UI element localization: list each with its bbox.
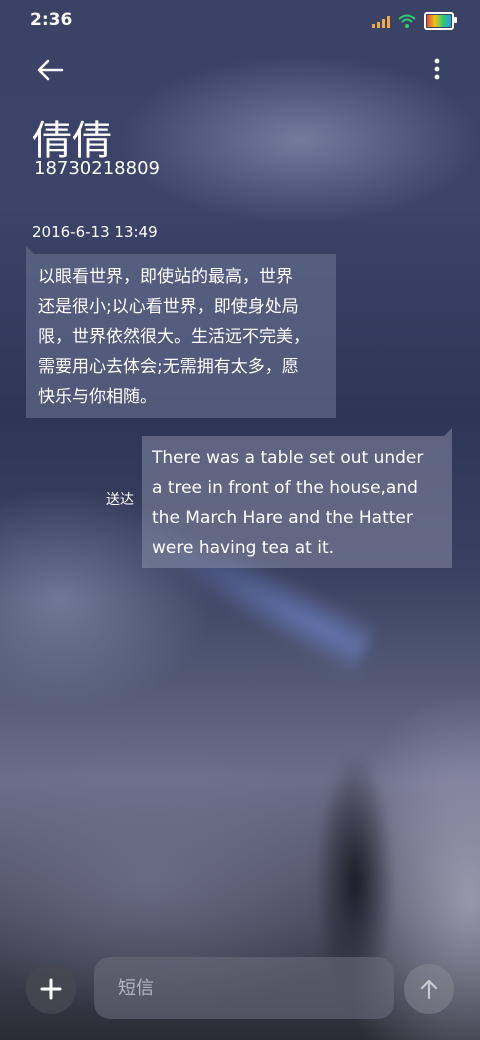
outgoing-message-line: were having tea at it. [152,538,335,558]
incoming-message-line: 还是很小;以心看世界，即使身处局 [38,297,299,317]
messaging-screen: 2:36 倩倩 18730218809 2016-6-13 13:49 以眼看世… [0,0,480,1040]
incoming-message-line: 需要用心去体会;无需拥有太多，愿 [38,357,299,377]
signal-icon [372,14,390,28]
send-button[interactable] [404,964,454,1014]
status-time: 2:36 [30,10,73,30]
arrow-up-icon [420,979,438,1000]
delivery-status: 送达 [106,492,134,508]
outgoing-message-line: a tree in front of the house,and [152,478,418,498]
outgoing-message-bubble[interactable]: There was a table set out under a tree i… [142,428,452,568]
battery-icon [424,12,457,30]
status-bar: 2:36 [0,0,480,40]
plus-icon [40,978,62,1000]
contact-number[interactable]: 18730218809 [34,158,160,179]
message-input[interactable] [94,957,394,1019]
back-arrow-icon[interactable] [34,54,66,86]
wifi-icon [398,14,416,28]
add-attachment-button[interactable] [26,964,76,1014]
message-timestamp: 2016-6-13 13:49 [32,223,158,241]
incoming-message-line: 限，世界依然很大。生活远不完美， [38,327,310,347]
status-icons [372,12,457,30]
more-options-icon[interactable] [432,56,442,84]
incoming-message-line: 以眼看世界，即使站的最高，世界 [38,267,293,287]
incoming-message-bubble[interactable]: 以眼看世界，即使站的最高，世界 还是很小;以心看世界，即使身处局 限，世界依然很… [26,246,336,418]
outgoing-message-line: the March Hare and the Hatter [152,508,413,528]
outgoing-message-line: There was a table set out under [152,448,424,468]
incoming-message-line: 快乐与你相随。 [38,387,157,407]
